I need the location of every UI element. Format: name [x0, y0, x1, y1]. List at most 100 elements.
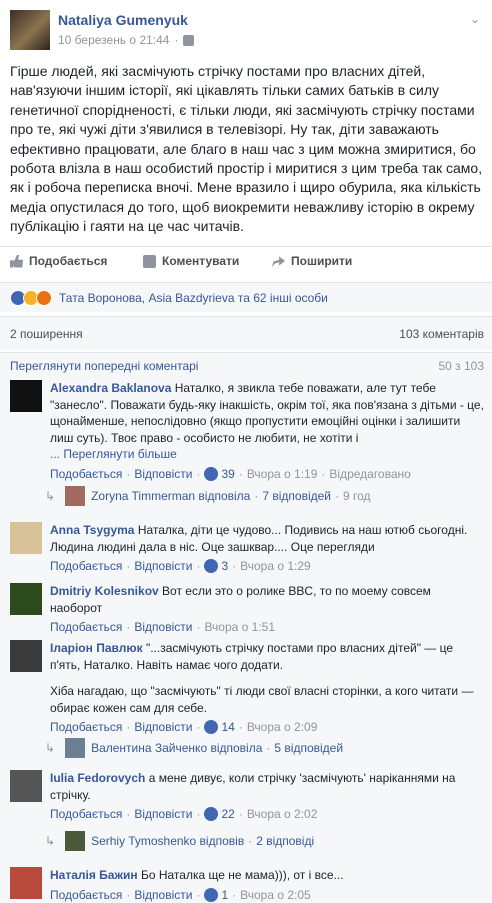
replier-name: Serhiy Tymoshenko відповів [91, 834, 245, 848]
replier-avatar [65, 486, 86, 506]
comment-button[interactable]: Коментувати [143, 254, 239, 268]
comment-footer: Подобається · Відповісти · 3 · Вчора о 1… [50, 558, 311, 575]
commenter-name[interactable]: Іларіон Павлюк [50, 641, 143, 655]
comment-body: Іларіон Павлюк "...засмічують стрічку по… [50, 640, 486, 736]
comment-footer: Подобається · Відповісти · Вчора о 1:51 [50, 619, 276, 636]
post-meta: 10 березень о 21:44 · [58, 33, 195, 47]
audience-icon[interactable] [183, 34, 195, 46]
like-count-icon [204, 720, 219, 735]
comment-like-button[interactable]: Подобається [50, 466, 122, 483]
comment-like-button[interactable]: Подобається [50, 558, 122, 575]
commenter-avatar[interactable] [10, 770, 42, 802]
comment-footer: Подобається · Відповісти · 14 · Вчора о … [50, 719, 318, 736]
commenter-avatar[interactable] [10, 640, 42, 672]
comment-label: Коментувати [162, 254, 240, 268]
comment-like-count[interactable]: 1 [221, 887, 228, 903]
comment-reply-button[interactable]: Відповісти [134, 619, 192, 636]
like-label: Подобається [29, 254, 108, 268]
comment-like-button[interactable]: Подобається [50, 719, 122, 736]
see-more-link[interactable]: ... Переглянути більше [50, 446, 486, 463]
replies-summary[interactable]: ↳ Serhiy Tymoshenko відповів · 2 відпові… [45, 831, 314, 851]
comment-like-count[interactable]: 14 [221, 719, 234, 736]
reaction-names[interactable]: Тата Воронова, Asia Bazdyrieva та 62 інш… [59, 291, 328, 305]
commenter-avatar[interactable] [10, 583, 42, 615]
reply-count: 7 відповідей [262, 489, 332, 503]
post-header: Nataliya Gumenyuk 10 березень о 21:44 · … [0, 0, 492, 56]
comment-reply-button[interactable]: Відповісти [134, 719, 192, 736]
commenter-avatar[interactable] [10, 867, 42, 899]
commenter-avatar[interactable] [10, 380, 42, 412]
comment-body: Наталія Бажин Бо Наталка ще не мама))), … [50, 867, 486, 903]
reply-count: 5 відповідей [274, 741, 344, 755]
comments-count[interactable]: 103 коментарів [399, 327, 484, 341]
comment-footer: Подобається · Відповісти · 1 · Вчора о 2… [50, 887, 311, 903]
post-author[interactable]: Nataliya Gumenyuk [58, 12, 188, 28]
author-avatar[interactable] [10, 10, 50, 50]
commenter-name[interactable]: Alexandra Baklanova [50, 381, 171, 395]
like-count-icon [204, 466, 219, 481]
replies-summary[interactable]: ↳ Zoryna Timmerman відповіла · 7 відпові… [45, 486, 371, 506]
post-stats: 2 поширення 103 коментарів [0, 316, 492, 350]
reply-arrow-icon: ↳ [45, 834, 56, 848]
commenter-name[interactable]: Dmitriy Kolesnikov [50, 584, 159, 598]
like-count-icon [204, 887, 219, 902]
comment-like-button[interactable]: Подобається [50, 619, 122, 636]
comment-text: Бо Наталка ще не мама))), от і все... [140, 868, 344, 882]
reply-arrow-icon: ↳ [45, 489, 56, 503]
comment-time[interactable]: Вчора о 1:19 [247, 466, 318, 483]
post-text: Гірше людей, які засмічують стрічку пост… [10, 63, 483, 235]
comment-time[interactable]: Вчора о 2:09 [247, 719, 318, 736]
sep-dot: · [174, 33, 179, 47]
comment-footer: Подобається · Відповісти · 39 · Вчора о … [50, 466, 411, 483]
comment-time[interactable]: Вчора о 2:02 [247, 806, 318, 823]
replies-summary[interactable]: ↳ Валентина Зайченко відповіла · 5 відпо… [45, 738, 343, 758]
comment-footer: Подобається · Відповісти · 22 · Вчора о … [50, 806, 318, 823]
comment-like-button[interactable]: Подобається [50, 806, 122, 823]
comment-reply-button[interactable]: Відповісти [134, 887, 192, 903]
chevron-down-icon[interactable]: ⌄ [470, 12, 480, 26]
reply-count: 2 відповіді [256, 834, 315, 848]
share-icon [272, 256, 285, 268]
post-date[interactable]: 10 березень о 21:44 [58, 33, 169, 47]
comment-reply-button[interactable]: Відповісти [134, 558, 192, 575]
comment-edited[interactable]: Відредаговано [329, 466, 410, 483]
replier-avatar [65, 738, 86, 758]
like-count-icon [204, 807, 219, 822]
commenter-name[interactable]: Наталія Бажин [50, 868, 138, 882]
reply-time: 9 год [343, 489, 371, 503]
replier-avatar [65, 831, 86, 851]
comments-page-count: 50 з 103 [438, 359, 484, 373]
comment-reply-button[interactable]: Відповісти [134, 466, 192, 483]
comment-like-button[interactable]: Подобається [50, 887, 122, 903]
like-count-icon [204, 559, 219, 574]
comments-list: Alexandra Baklanova Наталко, я звикла те… [0, 378, 492, 903]
commenter-avatar[interactable] [10, 522, 42, 554]
comment-text-paragraph: Хіба нагадаю, що "засмічують" ті люди св… [50, 684, 474, 715]
share-button[interactable]: Поширити [272, 254, 352, 268]
comment-reply-button[interactable]: Відповісти [134, 806, 192, 823]
share-label: Поширити [291, 254, 353, 268]
comment-body: Alexandra Baklanova Наталко, я звикла те… [50, 380, 486, 482]
reply-arrow-icon: ↳ [45, 741, 56, 755]
angry-reaction-icon[interactable] [36, 289, 52, 306]
comment-like-count[interactable]: 3 [221, 558, 228, 575]
reactions-summary: Тата Воронова, Asia Bazdyrieva та 62 інш… [0, 282, 492, 312]
comment-body: Anna Tsygyma Наталка, діти це чудово... … [50, 522, 486, 575]
like-button[interactable]: Подобається [10, 254, 107, 268]
view-previous-comments-link[interactable]: Переглянути попередні коментарі [10, 359, 198, 373]
replier-name: Валентина Зайченко відповіла [91, 741, 263, 755]
post-actions: Подобається Коментувати Поширити [0, 246, 492, 276]
comment-like-count[interactable]: 39 [221, 466, 234, 483]
comment-time[interactable]: Вчора о 1:29 [240, 558, 311, 575]
comment-time[interactable]: Вчора о 2:05 [240, 887, 311, 903]
comment-like-count[interactable]: 22 [221, 806, 234, 823]
shares-count[interactable]: 2 поширення [10, 327, 83, 341]
previous-comments-bar: Переглянути попередні коментарі 50 з 103 [0, 352, 492, 378]
comment-icon [143, 254, 156, 268]
commenter-name[interactable]: Iulia Fedorovych [50, 771, 145, 785]
comment-time[interactable]: Вчора о 1:51 [204, 619, 275, 636]
commenter-name[interactable]: Anna Tsygyma [50, 523, 134, 537]
thumbs-up-icon [10, 254, 23, 268]
comment-body: Dmitriy Kolesnikov Вот если это о ролике… [50, 583, 486, 636]
replier-name: Zoryna Timmerman відповіла [91, 489, 251, 503]
